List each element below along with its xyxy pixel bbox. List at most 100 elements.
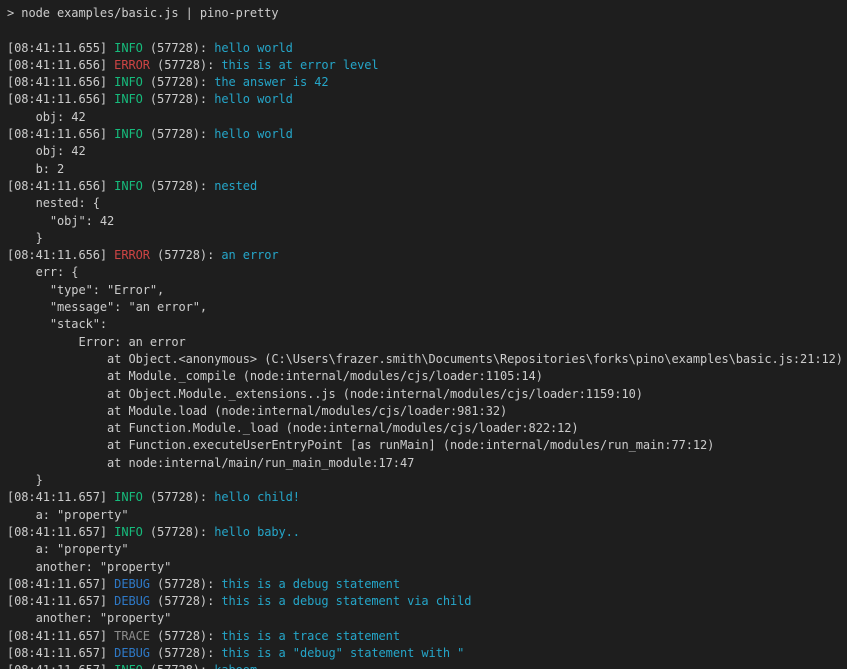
log-detail-text: another: "property" <box>7 560 171 574</box>
log-detail-line: another: "property" <box>7 610 847 627</box>
log-detail-text: "obj": 42 <box>7 214 114 228</box>
log-pid: (57728): <box>143 490 214 504</box>
log-timestamp: [08:41:11.656] <box>7 127 114 141</box>
log-detail-text: at Module.load (node:internal/modules/cj… <box>7 404 507 418</box>
log-detail-text: } <box>7 231 43 245</box>
log-timestamp: [08:41:11.656] <box>7 75 114 89</box>
log-message: nested <box>214 179 257 193</box>
log-detail-line: at Function.executeUserEntryPoint [as ru… <box>7 437 847 454</box>
log-line: [08:41:11.657] INFO (57728): kaboom <box>7 662 847 669</box>
log-level: ERROR <box>114 248 150 262</box>
log-line: [08:41:11.657] INFO (57728): hello baby.… <box>7 524 847 541</box>
log-detail-text: "stack": <box>7 317 107 331</box>
log-pid: (57728): <box>143 127 214 141</box>
log-detail-text: "message": "an error", <box>7 300 207 314</box>
log-detail-text: } <box>7 473 43 487</box>
log-detail-line: at Function.Module._load (node:internal/… <box>7 420 847 437</box>
log-detail-text: at Function.Module._load (node:internal/… <box>7 421 579 435</box>
log-timestamp: [08:41:11.657] <box>7 646 114 660</box>
log-line: [08:41:11.657] DEBUG (57728): this is a … <box>7 593 847 610</box>
log-pid: (57728): <box>143 41 214 55</box>
log-level: INFO <box>114 75 143 89</box>
log-detail-line: Error: an error <box>7 334 847 351</box>
log-timestamp: [08:41:11.656] <box>7 58 114 72</box>
log-detail-line: at Module._compile (node:internal/module… <box>7 368 847 385</box>
log-line: [08:41:11.656] INFO (57728): nested <box>7 178 847 195</box>
log-message: this is a "debug" statement with " <box>221 646 464 660</box>
log-level: INFO <box>114 179 143 193</box>
log-detail-line: "message": "an error", <box>7 299 847 316</box>
log-message: this is at error level <box>221 58 378 72</box>
log-timestamp: [08:41:11.657] <box>7 629 114 643</box>
log-level: ERROR <box>114 58 150 72</box>
log-pid: (57728): <box>150 577 221 591</box>
log-line: [08:41:11.655] INFO (57728): hello world <box>7 40 847 57</box>
log-output: [08:41:11.655] INFO (57728): hello world… <box>7 40 847 669</box>
log-detail-line: a: "property" <box>7 507 847 524</box>
log-level: INFO <box>114 92 143 106</box>
log-level: DEBUG <box>114 594 150 608</box>
log-pid: (57728): <box>143 92 214 106</box>
log-detail-text: nested: { <box>7 196 100 210</box>
log-pid: (57728): <box>143 179 214 193</box>
log-pid: (57728): <box>150 629 221 643</box>
log-line: [08:41:11.656] INFO (57728): hello world <box>7 126 847 143</box>
log-detail-line: "stack": <box>7 316 847 333</box>
log-message: hello world <box>214 41 293 55</box>
log-detail-text: err: { <box>7 265 78 279</box>
log-level: INFO <box>114 525 143 539</box>
log-level: INFO <box>114 663 143 669</box>
log-detail-text: obj: 42 <box>7 144 86 158</box>
log-timestamp: [08:41:11.657] <box>7 490 114 504</box>
log-detail-line: obj: 42 <box>7 143 847 160</box>
log-message: this is a debug statement via child <box>221 594 471 608</box>
log-detail-text: obj: 42 <box>7 110 86 124</box>
log-message: this is a debug statement <box>221 577 400 591</box>
log-level: TRACE <box>114 629 150 643</box>
log-message: hello world <box>214 92 293 106</box>
log-timestamp: [08:41:11.657] <box>7 663 114 669</box>
log-message: kaboom <box>214 663 257 669</box>
log-line: [08:41:11.657] DEBUG (57728): this is a … <box>7 645 847 662</box>
log-timestamp: [08:41:11.655] <box>7 41 114 55</box>
log-level: INFO <box>114 41 143 55</box>
log-detail-line: err: { <box>7 264 847 281</box>
log-detail-text: at Object.Module._extensions..js (node:i… <box>7 387 643 401</box>
log-detail-line: b: 2 <box>7 161 847 178</box>
log-detail-line: at Object.Module._extensions..js (node:i… <box>7 386 847 403</box>
log-pid: (57728): <box>143 75 214 89</box>
log-detail-text: at node:internal/main/run_main_module:17… <box>7 456 414 470</box>
log-pid: (57728): <box>150 248 221 262</box>
log-detail-line: at Object.<anonymous> (C:\Users\frazer.s… <box>7 351 847 368</box>
log-line: [08:41:11.656] INFO (57728): the answer … <box>7 74 847 91</box>
log-pid: (57728): <box>150 646 221 660</box>
log-line: [08:41:11.657] INFO (57728): hello child… <box>7 489 847 506</box>
log-line: [08:41:11.657] DEBUG (57728): this is a … <box>7 576 847 593</box>
log-detail-line: another: "property" <box>7 559 847 576</box>
log-pid: (57728): <box>143 663 214 669</box>
log-detail-line: "obj": 42 <box>7 213 847 230</box>
command-line: > node examples/basic.js | pino-pretty <box>7 5 847 22</box>
log-detail-line: at node:internal/main/run_main_module:17… <box>7 455 847 472</box>
log-detail-line: } <box>7 472 847 489</box>
log-line: [08:41:11.657] TRACE (57728): this is a … <box>7 628 847 645</box>
log-timestamp: [08:41:11.656] <box>7 248 114 262</box>
log-message: hello child! <box>214 490 300 504</box>
log-timestamp: [08:41:11.656] <box>7 179 114 193</box>
log-detail-text: "type": "Error", <box>7 283 164 297</box>
log-level: INFO <box>114 127 143 141</box>
log-detail-text: a: "property" <box>7 542 128 556</box>
terminal-window[interactable]: > node examples/basic.js | pino-pretty [… <box>0 0 847 669</box>
log-detail-text: at Object.<anonymous> (C:\Users\frazer.s… <box>7 352 843 366</box>
log-line: [08:41:11.656] INFO (57728): hello world <box>7 91 847 108</box>
log-message: the answer is 42 <box>214 75 328 89</box>
log-message: hello baby.. <box>214 525 300 539</box>
log-message: hello world <box>214 127 293 141</box>
log-detail-line: } <box>7 230 847 247</box>
log-timestamp: [08:41:11.657] <box>7 577 114 591</box>
log-detail-text: at Module._compile (node:internal/module… <box>7 369 543 383</box>
log-pid: (57728): <box>150 594 221 608</box>
log-line: [08:41:11.656] ERROR (57728): an error <box>7 247 847 264</box>
log-detail-line: at Module.load (node:internal/modules/cj… <box>7 403 847 420</box>
log-detail-text: another: "property" <box>7 611 171 625</box>
